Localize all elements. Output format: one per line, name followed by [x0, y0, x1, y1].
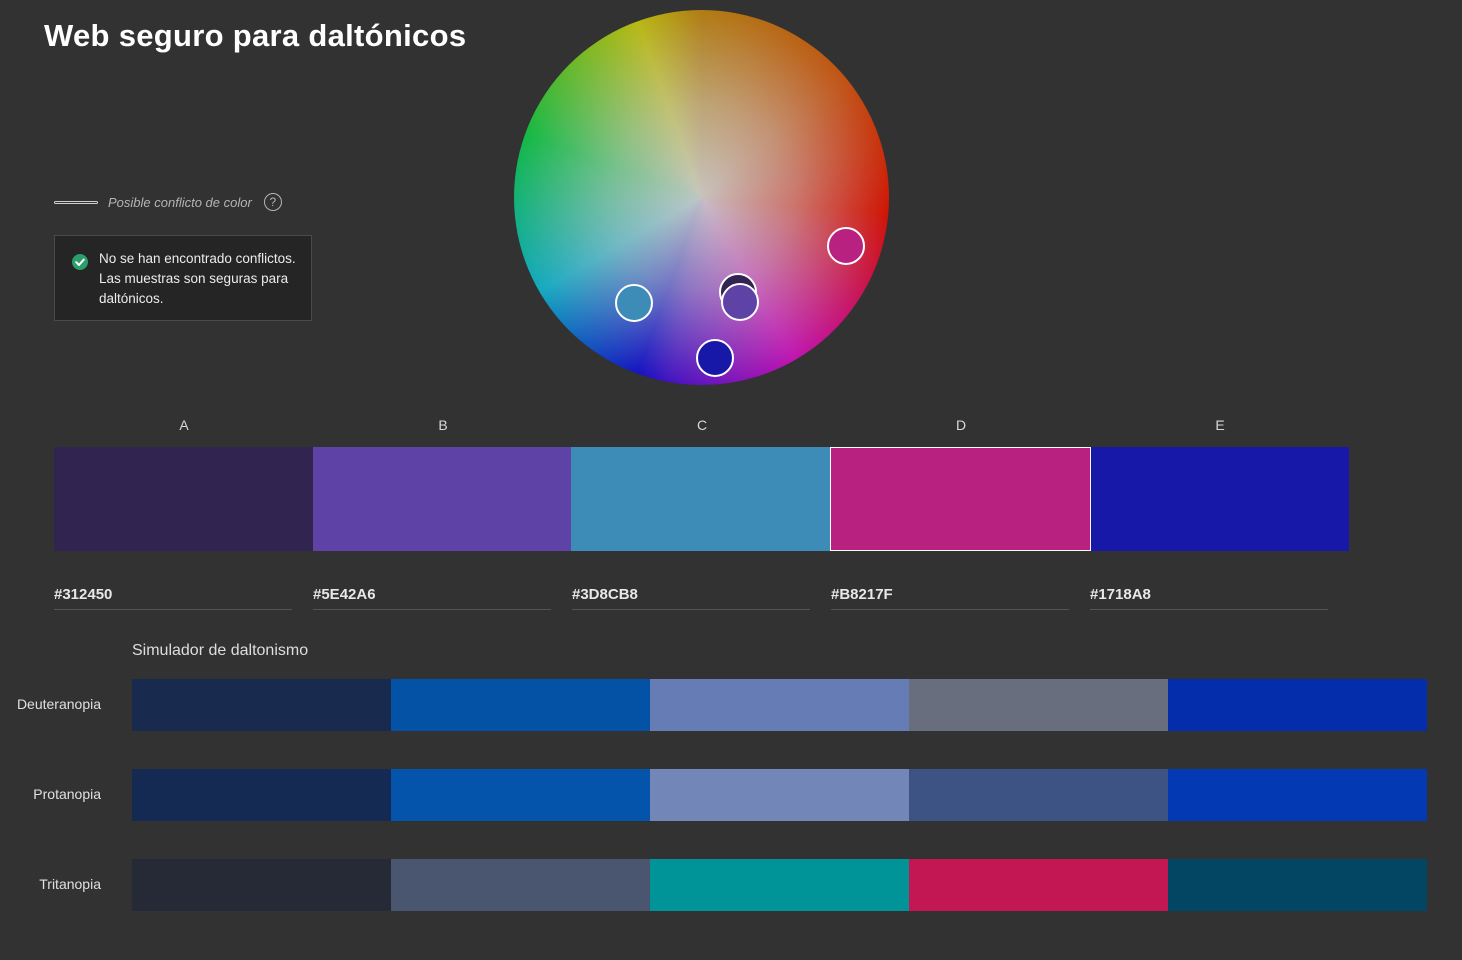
sim-row-protanopia [132, 769, 1427, 821]
sim-cell [391, 859, 650, 911]
sim-cell [132, 679, 391, 731]
swatch-a[interactable] [54, 447, 313, 551]
sim-cell [909, 859, 1168, 911]
sim-cell [1168, 769, 1427, 821]
swatch-d[interactable] [830, 447, 1091, 551]
wheel-marker-c[interactable] [615, 284, 653, 322]
swatch-label-b: B [438, 417, 448, 433]
help-icon[interactable]: ? [263, 193, 282, 211]
wheel-marker-e[interactable] [696, 339, 734, 377]
page-title: Web seguro para daltónicos [44, 18, 467, 53]
check-circle-icon [72, 254, 88, 270]
conflict-legend: Posible conflicto de color ? [54, 190, 282, 214]
sim-cell [391, 679, 650, 731]
simulator-title: Simulador de daltonismo [132, 642, 309, 659]
sim-label-deuteranopia: Deuteranopia [16, 696, 101, 712]
sim-label-tritanopia: Tritanopia [39, 876, 101, 892]
hex-input-b[interactable]: #5E42A6 [313, 586, 551, 610]
sim-cell [1168, 859, 1427, 911]
hex-input-a[interactable]: #312450 [54, 586, 292, 610]
color-wheel[interactable] [514, 10, 889, 385]
conflict-line-sample [54, 200, 98, 204]
swatch-label-c: C [696, 417, 708, 433]
sim-cell [650, 769, 909, 821]
status-message-box: No se han encontrado conflictos. Las mue… [54, 235, 312, 321]
wheel-marker-b[interactable] [721, 283, 759, 321]
sim-cell [909, 769, 1168, 821]
sim-row-tritanopia [132, 859, 1427, 911]
hex-input-c[interactable]: #3D8CB8 [572, 586, 810, 610]
sim-cell [391, 769, 650, 821]
wheel-marker-d[interactable] [827, 227, 865, 265]
sim-row-deuteranopia [132, 679, 1427, 731]
swatch-label-d: D [955, 417, 967, 433]
sim-cell [132, 859, 391, 911]
hex-input-e[interactable]: #1718A8 [1090, 586, 1328, 610]
swatch-label-a: A [179, 417, 189, 433]
sim-cell [1168, 679, 1427, 731]
swatch-e[interactable] [1091, 447, 1349, 551]
legend-label: Posible conflicto de color [108, 194, 252, 210]
sim-cell [132, 769, 391, 821]
sim-label-protanopia: Protanopia [33, 786, 101, 802]
sim-cell [650, 859, 909, 911]
sim-cell [650, 679, 909, 731]
swatch-b[interactable] [313, 447, 571, 551]
hex-input-d[interactable]: #B8217F [831, 586, 1069, 610]
sim-cell [909, 679, 1168, 731]
status-text: No se han encontrado conflictos. Las mue… [99, 251, 296, 306]
swatch-c[interactable] [571, 447, 830, 551]
swatch-label-e: E [1215, 417, 1225, 433]
